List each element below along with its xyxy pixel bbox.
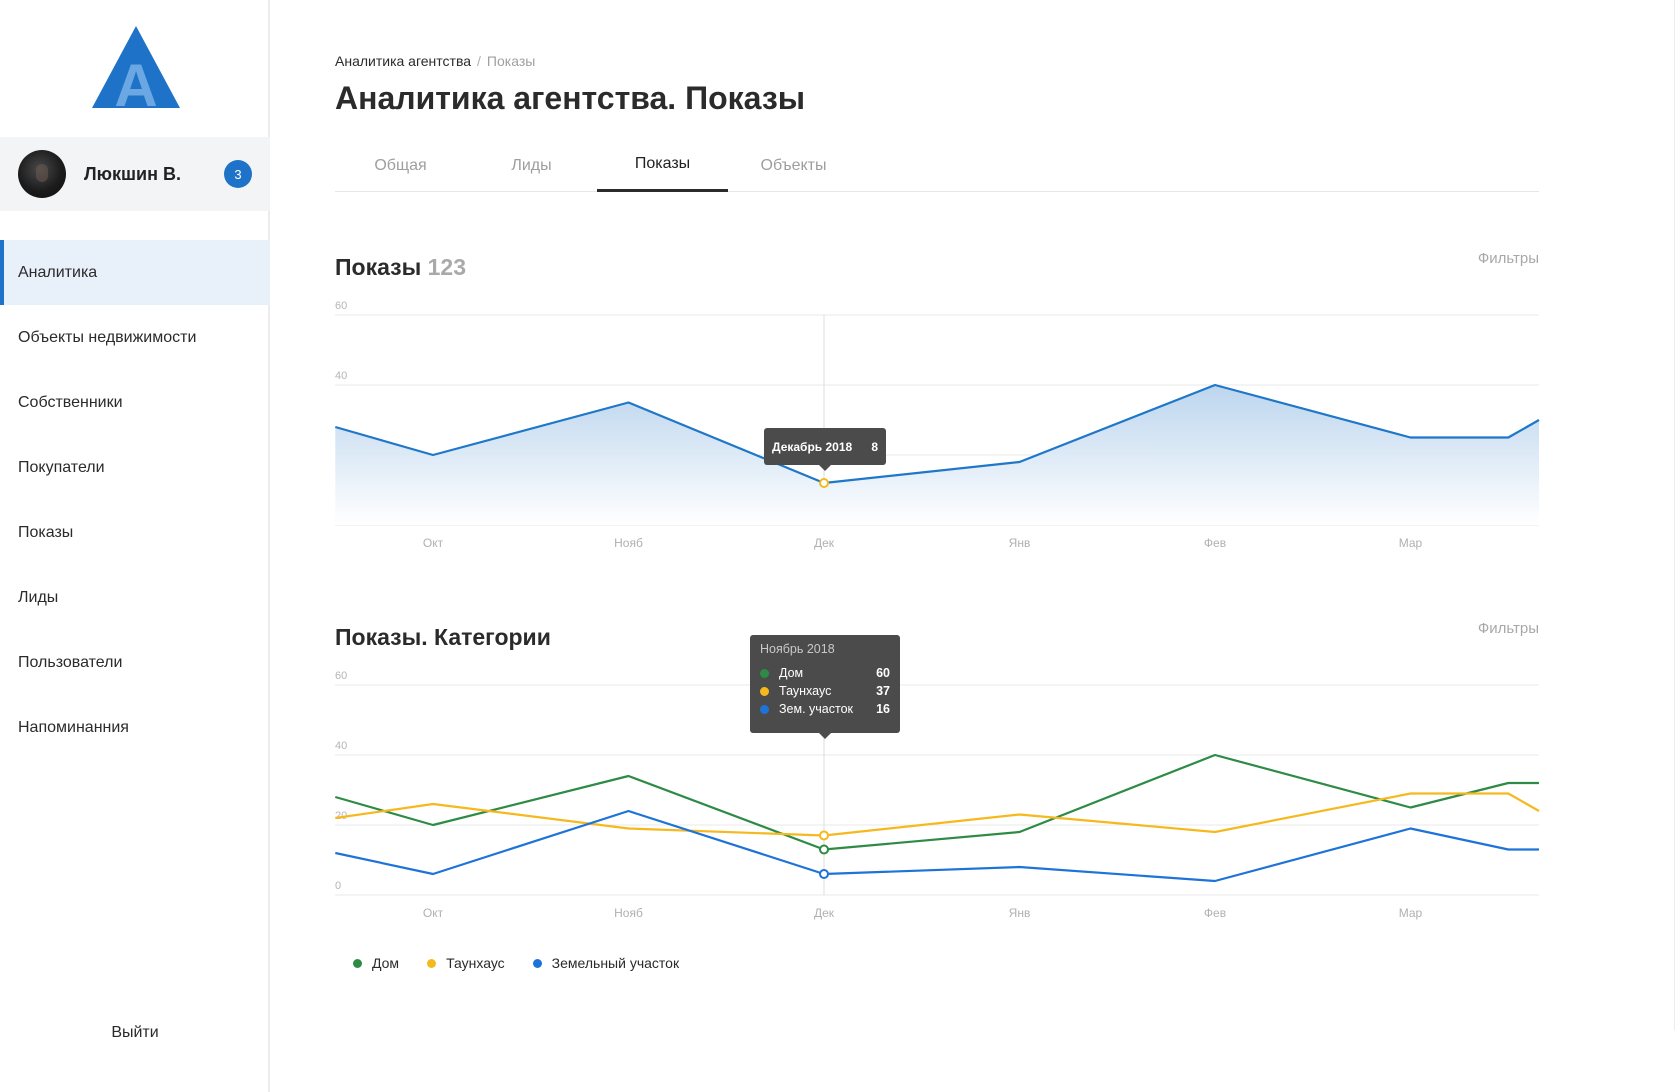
user-card[interactable]: Люкшин В. 3 bbox=[0, 137, 270, 211]
tooltip-value: 8 bbox=[871, 439, 878, 454]
series-line bbox=[335, 809, 1539, 883]
tooltip-row-value: 60 bbox=[876, 666, 890, 680]
tooltip-title: Ноябрь 2018 bbox=[760, 642, 835, 656]
y-tick-label: 40 bbox=[335, 370, 347, 382]
highlight-point bbox=[819, 830, 829, 841]
x-tick-label: Дек bbox=[814, 536, 835, 550]
section-title-text: Показы bbox=[335, 254, 422, 280]
sidebar-item-leads[interactable]: Лиды bbox=[0, 565, 270, 630]
legend-item-land[interactable]: Земельный участок bbox=[532, 955, 680, 971]
showings-count: 123 bbox=[427, 254, 467, 280]
x-tick-label: Мар bbox=[1399, 536, 1423, 550]
tab-leads[interactable]: Лиды bbox=[466, 140, 597, 191]
y-tick-label: 60 bbox=[335, 670, 347, 682]
sidebar-item-label: Напоминанния bbox=[18, 718, 129, 736]
legend-dot-icon bbox=[427, 958, 437, 968]
logout-button[interactable]: Выйти bbox=[0, 1024, 270, 1042]
page-title: Аналитика агентства. Показы bbox=[335, 80, 806, 116]
sidebar-item-reminders[interactable]: Напоминанния bbox=[0, 695, 270, 760]
x-tick-label: Дек bbox=[814, 906, 835, 920]
legend-dot-icon bbox=[532, 958, 542, 968]
tooltip-dot-icon bbox=[760, 686, 769, 696]
x-tick-label: Нояб bbox=[614, 536, 643, 550]
sidebar-item-label: Покупатели bbox=[18, 458, 105, 476]
showings-chart-svg: 0204060ОктНоябДекЯнвФевМар bbox=[334, 300, 1540, 550]
legend-label: Земельный участок bbox=[551, 955, 680, 971]
legend-dot-icon bbox=[353, 958, 362, 968]
tooltip-row-label: Дом bbox=[779, 666, 804, 680]
sidebar-item-label: Объекты недвижимости bbox=[18, 328, 197, 346]
main-content: Аналитика агентства / Показы Аналитика аге… bbox=[334, 0, 1540, 1092]
x-tick-label: Фев bbox=[1204, 536, 1226, 550]
tooltip-row: Зем. участок 16 bbox=[760, 700, 890, 718]
tooltip-dot-icon bbox=[760, 704, 769, 714]
x-tick-label: Янв bbox=[1009, 536, 1031, 550]
app-logo[interactable]: A bbox=[88, 24, 184, 110]
sidebar-item-users[interactable]: Пользователи bbox=[0, 630, 270, 695]
tab-general[interactable]: Общая bbox=[335, 140, 466, 191]
sidebar-item-properties[interactable]: Объекты недвижимости bbox=[0, 305, 270, 370]
sidebar-item-buyers[interactable]: Покупатели bbox=[0, 435, 270, 500]
categories-chart: 0 20 40 60 Окт Нояб Дек Янв Фев Мар bbox=[334, 670, 1540, 940]
breadcrumb-separator: / bbox=[477, 53, 481, 69]
x-tick-label: Янв bbox=[1009, 906, 1031, 920]
x-tick-label: Фев bbox=[1204, 906, 1226, 920]
tooltip-label: Декабрь 2018 bbox=[772, 439, 853, 454]
legend-item-townhouse[interactable]: Таунхаус bbox=[427, 955, 505, 971]
highlight-point bbox=[819, 478, 829, 488]
tab-objects[interactable]: Объекты bbox=[728, 140, 859, 191]
filters-button[interactable]: Фильтры bbox=[1478, 250, 1539, 267]
filters-button[interactable]: Фильтры bbox=[1478, 620, 1539, 637]
sidebar-item-label: Пользователи bbox=[18, 653, 123, 671]
sidebar-item-label: Показы bbox=[18, 523, 74, 541]
sidebar: A Люкшин В. 3 Аналитика Объекты недвижим… bbox=[0, 0, 270, 1092]
categories-chart-svg: 0204060Окт Нояб Дек Янв Фев Мар bbox=[334, 670, 1540, 920]
breadcrumb: Аналитика агентства / Показы bbox=[335, 53, 535, 69]
y-tick-label: 0 bbox=[335, 880, 341, 892]
sidebar-item-showings[interactable]: Показы bbox=[0, 500, 270, 565]
x-tick-label: Нояб bbox=[614, 906, 643, 920]
tooltip-row-label: Зем. участок bbox=[779, 702, 854, 716]
tooltip-row-value: 37 bbox=[876, 684, 890, 698]
sidebar-item-owners[interactable]: Собственники bbox=[0, 370, 270, 435]
highlight-point bbox=[819, 869, 829, 879]
breadcrumb-parent[interactable]: Аналитика агентства bbox=[335, 53, 471, 69]
x-tick-label: Окт bbox=[423, 906, 444, 920]
logo-letter: A bbox=[114, 52, 157, 110]
sidebar-item-label: Лиды bbox=[18, 588, 59, 606]
x-tick-label: Мар bbox=[1399, 906, 1423, 920]
tooltip-row-label: Таунхаус bbox=[779, 684, 832, 698]
chart-legend: Дом Таунхаус Земельный участок bbox=[353, 955, 707, 971]
tooltip-row: Таунхаус 37 bbox=[760, 682, 890, 700]
y-tick-label: 40 bbox=[335, 740, 347, 752]
legend-item-house[interactable]: Дом bbox=[353, 955, 399, 971]
legend-label: Дом bbox=[372, 955, 400, 971]
breadcrumb-current: Показы bbox=[486, 53, 536, 69]
sidebar-nav: Аналитика Объекты недвижимости Собственн… bbox=[0, 240, 270, 760]
tab-showings[interactable]: Показы bbox=[597, 140, 728, 192]
legend-label: Таунхаус bbox=[446, 955, 505, 971]
section-title-categories: Показы. Категории bbox=[335, 624, 551, 650]
highlight-point bbox=[819, 844, 829, 855]
tabs: Общая Лиды Показы Объекты bbox=[335, 140, 1539, 192]
categories-tooltip: Ноябрь 2018 Дом 60 Таунхаус 37 Зем. учас… bbox=[750, 635, 900, 739]
sidebar-item-analytics[interactable]: Аналитика bbox=[0, 240, 270, 305]
user-name: Люкшин В. bbox=[84, 163, 181, 184]
tooltip-row: Дом 60 bbox=[760, 664, 890, 682]
notification-badge[interactable]: 3 bbox=[224, 160, 252, 188]
x-tick-label: Окт bbox=[423, 536, 444, 550]
y-tick-label: 60 bbox=[335, 300, 347, 312]
section-title-showings: Показы 123 bbox=[335, 254, 466, 281]
tooltip-row-value: 16 bbox=[876, 702, 890, 716]
series-line bbox=[334, 753, 1539, 851]
scrollbar-track[interactable] bbox=[1674, 0, 1680, 1030]
showings-chart: 0204060ОктНоябДекЯнвФевМар bbox=[334, 300, 1540, 570]
series-line bbox=[335, 792, 1540, 837]
chart-tooltip: Декабрь 2018 8 bbox=[764, 428, 886, 471]
sidebar-item-label: Аналитика bbox=[18, 263, 98, 281]
avatar[interactable] bbox=[18, 150, 66, 198]
sidebar-item-label: Собственники bbox=[18, 393, 123, 411]
tooltip-dot-icon bbox=[760, 668, 769, 678]
